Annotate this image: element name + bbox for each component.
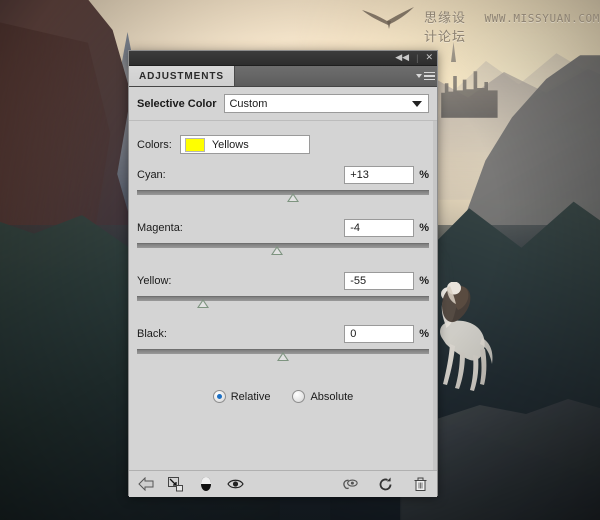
panel-body: Selective Color Custom Colors: Yellows C… — [129, 87, 437, 497]
radio-absolute[interactable]: Absolute — [292, 390, 353, 403]
slider-track[interactable] — [137, 296, 429, 301]
slider-track-wrap[interactable] — [137, 242, 429, 260]
panel-titlebar: ◀◀ | ✕ — [129, 51, 437, 66]
slider-track-wrap[interactable] — [137, 348, 429, 366]
slider-thumb[interactable] — [271, 246, 284, 255]
colors-row: Colors: Yellows — [129, 121, 437, 154]
panel-menu-icon[interactable] — [413, 66, 437, 86]
preview-toggle-icon[interactable] — [342, 476, 359, 493]
slider-value-wrap: 0% — [344, 325, 429, 343]
rider-on-white-horse — [432, 281, 524, 412]
percent-sign: % — [419, 328, 429, 340]
radio-absolute-dot — [292, 390, 306, 403]
preset-select-value: Custom — [229, 97, 268, 110]
panel-tabbar: ADJUSTMENTS — [129, 66, 437, 87]
slider-track[interactable] — [137, 190, 429, 195]
titlebar-separator: | — [416, 53, 419, 63]
radio-relative-dot — [212, 390, 226, 403]
selective-color-header: Selective Color Custom — [129, 87, 437, 121]
slider-thumb[interactable] — [196, 299, 209, 308]
slider-row: Yellow: -55% — [137, 272, 429, 313]
preset-select[interactable]: Custom — [224, 94, 429, 113]
radio-absolute-label: Absolute — [310, 390, 354, 403]
slider-track-wrap[interactable] — [137, 189, 429, 207]
colors-select[interactable]: Yellows — [179, 135, 310, 154]
percent-sign: % — [419, 275, 429, 287]
slider-label: Black: — [137, 328, 167, 340]
panel-scroll-edge[interactable] — [433, 121, 437, 471]
color-swatch — [184, 137, 205, 152]
radio-relative[interactable]: Relative — [212, 390, 271, 403]
slider-top: Magenta: -4% — [137, 219, 429, 237]
slider-label: Cyan: — [137, 169, 166, 181]
mask-toggle-icon[interactable] — [197, 476, 214, 493]
page-title: Selective Color — [137, 97, 217, 110]
slider-row: Magenta: -4% — [137, 219, 429, 260]
collapse-icon[interactable]: ◀◀ — [395, 53, 409, 63]
colors-label: Colors: — [137, 138, 172, 151]
slider-value-input[interactable]: +13 — [344, 166, 415, 184]
slider-value-input[interactable]: 0 — [344, 325, 415, 343]
method-radio-group: Relative Absolute — [129, 390, 437, 403]
slider-label: Yellow: — [137, 275, 172, 287]
tab-adjustments[interactable]: ADJUSTMENTS — [129, 66, 235, 86]
slider-value-wrap: -4% — [344, 219, 429, 237]
slider-label: Magenta: — [137, 222, 183, 234]
slider-value-wrap: -55% — [344, 272, 429, 290]
slider-track-wrap[interactable] — [137, 295, 429, 313]
slider-list: Cyan: +13% Magenta: -4% Yellow: -55% Black: 0% — [129, 166, 437, 366]
chevron-down-icon — [415, 74, 422, 78]
delete-icon[interactable] — [412, 476, 429, 493]
slider-value-wrap: +13% — [344, 166, 429, 184]
slider-row: Black: 0% — [137, 325, 429, 366]
adjustments-panel: ◀◀ | ✕ ADJUSTMENTS Selective Color Custo… — [128, 50, 438, 497]
panel-footer — [129, 470, 437, 497]
radio-relative-label: Relative — [230, 390, 271, 403]
percent-sign: % — [419, 169, 429, 181]
slider-value-input[interactable]: -55 — [344, 272, 415, 290]
slider-top: Yellow: -55% — [137, 272, 429, 290]
slider-top: Black: 0% — [137, 325, 429, 343]
visibility-eye-icon[interactable] — [227, 476, 244, 493]
reset-icon[interactable] — [377, 476, 394, 493]
back-arrow-icon[interactable] — [137, 476, 154, 493]
slider-thumb[interactable] — [277, 352, 289, 361]
footer-left-icons — [137, 476, 244, 493]
slider-thumb[interactable] — [287, 193, 300, 202]
clip-to-layer-icon[interactable] — [167, 476, 184, 493]
slider-row: Cyan: +13% — [137, 166, 429, 207]
close-icon[interactable]: ✕ — [425, 53, 433, 63]
tab-adjustments-label: ADJUSTMENTS — [139, 70, 224, 82]
bird-silhouette — [360, 4, 416, 30]
hamburger-icon — [423, 71, 435, 81]
tabbar-filler — [234, 66, 413, 86]
slider-value-input[interactable]: -4 — [344, 219, 415, 237]
slider-top: Cyan: +13% — [137, 166, 429, 184]
colors-select-value: Yellows — [211, 138, 249, 151]
chevron-down-icon — [412, 100, 422, 107]
percent-sign: % — [419, 222, 429, 234]
footer-right-icons — [342, 476, 429, 493]
